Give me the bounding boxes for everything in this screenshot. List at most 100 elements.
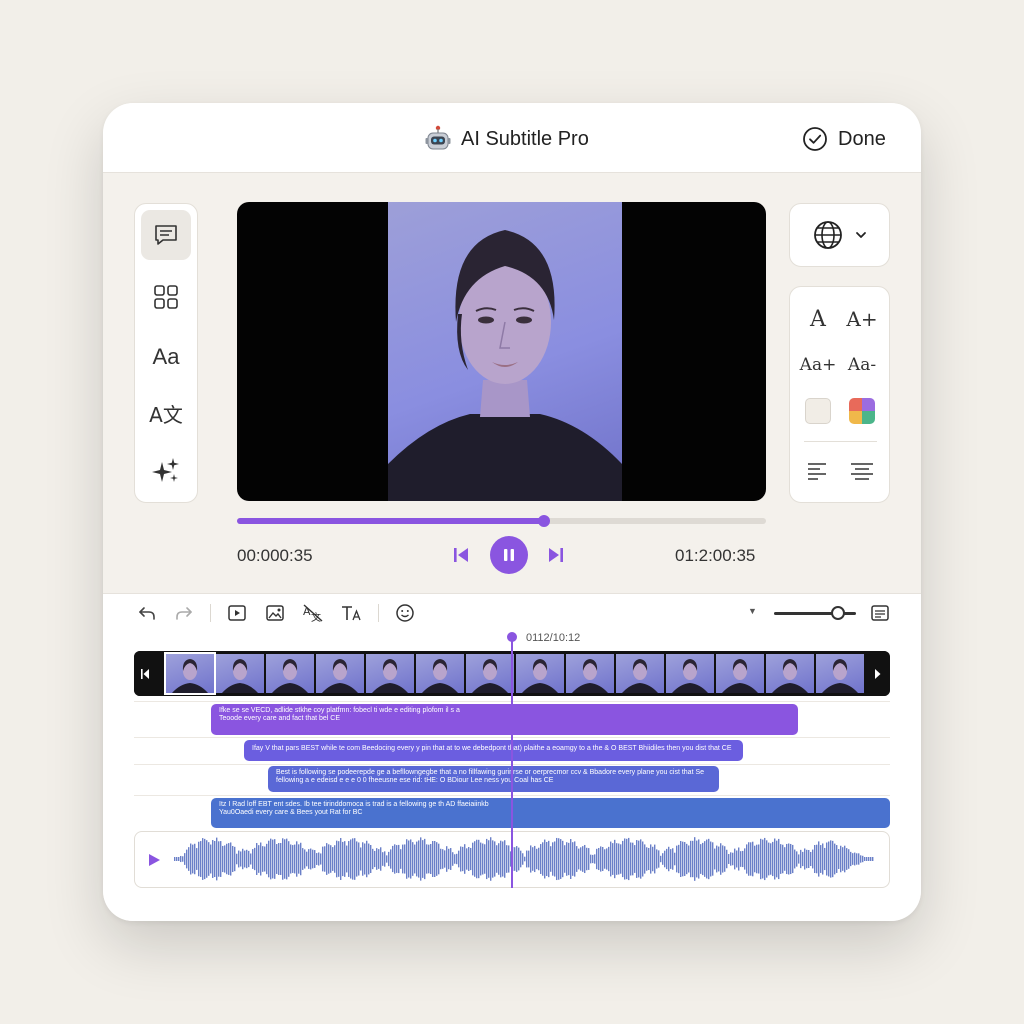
waveform-bar [534,845,536,873]
waveform-bar [600,846,602,872]
font-plus-button[interactable]: A+ [842,303,882,335]
caption-clip[interactable]: Ifay V that pars BEST while te com Beedo… [244,740,743,761]
previous-button[interactable] [451,544,471,566]
waveform-bar [428,844,430,874]
waveform-bar [198,841,200,877]
waveform-bar [678,844,680,874]
waveform-bar [208,842,210,876]
waveform-bar [576,846,578,872]
captions-panel-button[interactable] [868,602,892,624]
waveform-bar [326,843,328,875]
size-increase-button[interactable]: Aa+ [798,349,838,381]
filmstrip-thumbnail [816,654,864,693]
captions-icon [871,605,889,621]
filmstrip-start-handle[interactable] [134,651,156,696]
color-palette-icon [849,398,875,424]
translate-tool-button[interactable]: A文 [141,388,191,438]
color-picker-button[interactable] [842,395,882,427]
waveform-bar [588,848,590,870]
video-preview[interactable] [237,202,766,501]
toolbar-separator-2 [378,604,379,622]
font-button[interactable]: A [798,303,838,335]
audio-play-button[interactable] [146,852,162,868]
waveform-bar [852,853,854,865]
playback-progress[interactable] [237,515,766,527]
templates-tool-button[interactable] [141,272,191,322]
waveform-bar [276,844,278,874]
progress-knob[interactable] [537,515,550,527]
next-button[interactable] [546,544,566,566]
waveform-bar [356,841,358,877]
waveform-bar [210,844,212,874]
waveform-bar [192,844,194,874]
waveform-bar [392,845,394,873]
waveform-bar [862,855,864,863]
waveform-bar [646,847,648,871]
waveform-bar [496,845,498,873]
image-icon [266,605,284,621]
waveform-bar [236,853,238,865]
globe-icon [813,221,842,249]
waveform-bar [726,849,728,869]
waveform-bar [772,841,774,877]
timeline-panel: A 文 ▼ 0112/10:12 Ifke se se VECD, adlide… [103,593,921,921]
waveform-bar [220,841,222,877]
waveform-bar [662,853,664,865]
waveform-bar [204,838,206,880]
grid-icon [154,285,178,309]
font-label: A [810,306,826,332]
translate-off-button[interactable]: A 文 [301,602,325,624]
ai-tool-button[interactable] [141,446,191,496]
waveform-bar [438,843,440,875]
caption-clip[interactable]: Itz I Rad loff EBT ent sdes. Ib tee tiri… [211,798,890,828]
waveform-bar [594,854,596,864]
current-time: 00:000:35 [237,546,313,565]
waveform-bar [436,842,438,876]
waveform-bar [698,839,700,879]
zoom-dropdown-icon[interactable]: ▼ [748,606,757,616]
waveform-bar [742,850,744,868]
filmstrip-thumbnail [316,654,364,693]
text-size-button[interactable] [339,602,363,624]
size-decrease-label: Aa- [847,355,877,375]
waveform-bar [526,850,528,868]
waveform-bar [654,844,656,874]
caption-clip[interactable]: Ifke se se VECD, adlide stkhe coy platfm… [211,704,798,735]
waveform-bar [364,843,366,875]
waveform-bar [340,838,342,880]
subtitles-icon [155,225,177,245]
undo-button[interactable] [135,602,159,624]
playhead-line[interactable] [511,640,513,888]
waveform-bar [388,851,390,867]
chevron-down-icon [855,232,866,238]
caption-clip[interactable]: Best is following se podeerepde ge a bef… [268,766,719,792]
waveform-bar [682,841,684,877]
waveform-bar [750,842,752,876]
waveform-bar [756,844,758,874]
subtitles-tool-button[interactable] [141,210,191,260]
style-panel: A A+ Aa+ Aa- [789,286,890,503]
filmstrip-end-handle[interactable] [868,651,890,696]
filmstrip-thumbnail [366,654,414,693]
done-button[interactable]: Done [802,123,886,155]
waveform-bar [764,837,766,881]
background-swatch[interactable] [798,395,838,427]
align-left-button[interactable] [798,455,838,487]
align-center-button[interactable] [842,455,882,487]
text-style-tool-button[interactable]: Aa [141,332,191,382]
waveform-bar [702,842,704,876]
waveform-bar [706,839,708,879]
waveform-bar [626,838,628,880]
waveform-bar [402,844,404,874]
waveform-bar [306,851,308,867]
redo-button[interactable] [172,602,196,624]
pause-button[interactable] [490,536,528,574]
zoom-slider-knob[interactable] [831,606,845,620]
emoji-button[interactable] [393,602,417,624]
waveform-bar [802,851,804,867]
size-decrease-button[interactable]: Aa- [842,349,882,381]
waveform-bar [634,845,636,873]
language-selector[interactable] [789,203,890,267]
preview-button[interactable] [225,602,249,624]
insert-image-button[interactable] [263,602,287,624]
